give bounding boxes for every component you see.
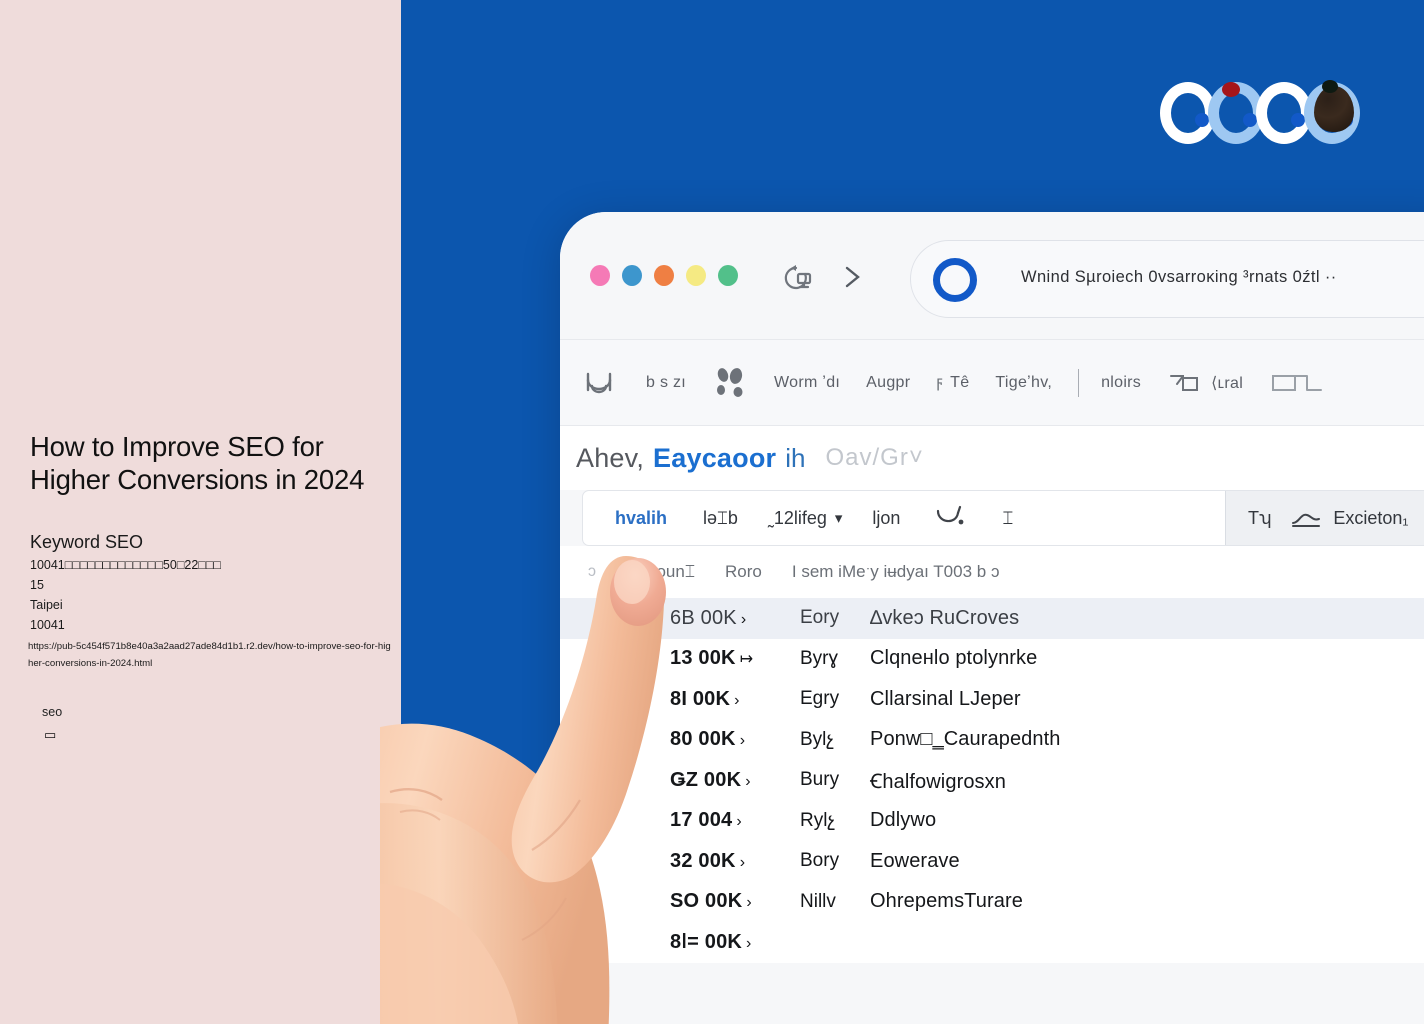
toolbar-item-people-icon[interactable] — [712, 366, 748, 400]
heading-part-ghost: Oav/Gr˅ — [825, 444, 924, 471]
row-keyword: Eowerave — [870, 849, 960, 872]
trend-icon — [1292, 513, 1321, 527]
toolbar-divider — [1078, 368, 1080, 397]
toolbar-item-nloirs[interactable]: nloirs — [1101, 374, 1141, 392]
filter-slider-handle[interactable]: ⌶ — [1002, 508, 1013, 529]
history-rewind-icon[interactable] — [776, 262, 816, 292]
flag-icon: ϝ — [936, 373, 944, 391]
window-button-blue[interactable] — [622, 265, 642, 286]
page-title: How to Improve SEO for Higher Conversion… — [30, 431, 365, 495]
row-keyword: Ddlywo — [870, 809, 937, 832]
chevron-right-icon[interactable] — [838, 262, 866, 292]
article-subtitle: Keyword SEO — [30, 532, 144, 552]
chevron-down-icon: ▾ — [834, 510, 843, 527]
row-tag: Rylչ — [800, 810, 836, 832]
toolbar-item-bszi[interactable]: b s zı — [646, 374, 686, 392]
row-keyword: Cllarsinal LJeper — [870, 687, 1021, 710]
heading-part-blue-small: ih — [785, 442, 806, 473]
heading-part-blue: Eaycaoor — [653, 442, 777, 473]
row-keyword: ∆vkeɔ RuCroves — [870, 606, 1020, 629]
address-bar[interactable]: Wnind Sµroiech 0vsarroĸing ³rnats 0źtl ·… — [910, 240, 1424, 318]
meta-line-postcode: 10041 — [30, 618, 65, 632]
meta-line-address: 10041□□□□□□□□□□□□□50□22□□□ — [30, 558, 221, 572]
row-caret-icon: › — [740, 610, 747, 628]
brand-logo — [1160, 78, 1360, 148]
filter-exception-label: Excieton₁ — [1333, 507, 1409, 528]
filter-tk[interactable]: Tʮ — [1248, 508, 1271, 529]
filter-right-group: Tʮ Excieton₁ — [1225, 491, 1424, 545]
row-keyword: Ponw□‗Caurapednth — [870, 728, 1061, 751]
row-caret-icon: › — [746, 894, 752, 912]
row-tag: Nillv — [800, 890, 836, 912]
row-keyword: OhrepemsTurare — [870, 890, 1023, 913]
toolbar-item-trailing-icon[interactable] — [1269, 368, 1329, 398]
window-button-green[interactable] — [718, 265, 738, 286]
row-tag: Bury — [800, 769, 840, 791]
browser-toolbar: b s zı Worm ʼdı Augpr ϝ Tê Tigeʼhv, nloi… — [560, 340, 1424, 426]
filter-dropdown-12lifeg[interactable]: ˷12lifeg ▾ — [768, 508, 843, 529]
blue-circle-icon — [933, 258, 977, 302]
row-caret-icon: › — [739, 853, 746, 871]
filter-exception[interactable]: Excieton₁ — [1289, 507, 1409, 529]
row-keyword: Clqneнlo ptolynrke — [870, 647, 1038, 670]
row-caret-icon: ↦ — [739, 651, 754, 669]
pointing-hand-illustration — [380, 556, 666, 1024]
row-caret-icon: › — [746, 934, 752, 952]
window-button-yellow[interactable] — [686, 265, 706, 286]
filter-dropdown-label: ˷12lifeg — [767, 507, 827, 528]
toolbar-item-klral[interactable]: ⟨ʟral — [1167, 368, 1243, 398]
article-url[interactable]: https://pub-5c454f571b8e40a3a2aad27ade84… — [28, 638, 393, 672]
logo-blob-cap-icon — [1322, 80, 1338, 93]
window-button-orange[interactable] — [654, 265, 674, 286]
meta-line-city: Taipei — [30, 598, 63, 612]
row-caret-icon: › — [745, 772, 751, 790]
window-controls — [590, 265, 738, 286]
logo-dark-blob-icon — [1314, 86, 1354, 132]
tag-glyph-icon: ▭ — [44, 727, 57, 742]
filter-cart-icon[interactable] — [930, 503, 972, 533]
screenshot-canvas: How to Improve SEO for Higher Conversion… — [0, 0, 1424, 1024]
toolbar-item-tigetv[interactable]: Tigeʼhv, — [995, 374, 1052, 392]
browser-title-bar: Wnind Sµroiech 0vsarroĸing ³rnats 0źtl ·… — [560, 212, 1424, 340]
article-info-panel: How to Improve SEO for Higher Conversion… — [0, 0, 401, 1024]
toolbar-item-worm[interactable]: Worm ʼdı — [774, 374, 840, 392]
row-tag: Eory — [800, 607, 840, 629]
toolbar-item-te[interactable]: ϝ Tê — [936, 374, 969, 392]
row-tag: Byrɣ — [800, 647, 839, 669]
toolbar-item-home[interactable] — [578, 366, 620, 400]
tag-seo: seo — [42, 705, 63, 719]
row-caret-icon: › — [736, 813, 742, 831]
sub-header-item-2: I sem iMeˑy iʉdyaı T003 b ɔ — [791, 562, 1000, 581]
row-tag: Bory — [800, 850, 840, 872]
meta-line-number: 15 — [30, 578, 44, 592]
toolbar-item-augpr[interactable]: Augpr — [866, 374, 910, 392]
page-heading: Ahev, Eaycaoor ih Oav/Gr˅ — [560, 426, 1424, 490]
row-keyword: Ꞓhalfowigrosxn — [870, 770, 1006, 793]
toolbar-item-klral-label: ⟨ʟral — [1211, 374, 1244, 392]
row-caret-icon: › — [739, 732, 746, 750]
toolbar-item-te-label: Tê — [950, 373, 970, 391]
row-caret-icon: › — [734, 691, 740, 709]
sub-header-item-1[interactable]: Roro — [725, 562, 762, 582]
row-tag: Bylչ — [800, 729, 835, 751]
address-input[interactable]: Wnind Sµroiech 0vsarroĸing ³rnats 0źtl ·… — [1021, 268, 1337, 287]
filter-tab-ljon[interactable]: ljon — [872, 508, 900, 529]
heading-part-dark: Ahev, — [576, 442, 645, 473]
logo-red-dot-icon — [1222, 82, 1240, 97]
row-tag: Egry — [800, 688, 840, 710]
window-button-pink[interactable] — [590, 265, 610, 286]
